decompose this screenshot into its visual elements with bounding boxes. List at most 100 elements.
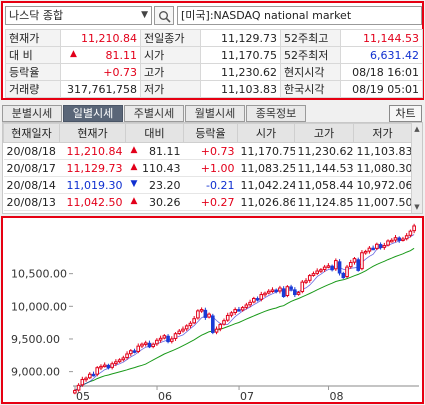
quote-value: 11,170.75 <box>200 46 281 64</box>
candle-body <box>240 307 245 311</box>
cell-close: 11,042.50 <box>59 193 126 211</box>
quote-label: 52주최저 <box>280 46 341 64</box>
candle-body <box>307 275 312 281</box>
candle-body <box>378 244 383 249</box>
y-tick-label: 9,500.00 <box>11 333 60 346</box>
tab-3[interactable]: 월별시세 <box>185 105 245 122</box>
candle-body <box>315 270 320 274</box>
index-name: 나스닥 종합 <box>9 9 64 22</box>
candle-body <box>330 265 334 271</box>
candle-body <box>214 328 219 333</box>
candle-body <box>293 289 297 296</box>
quote-row: 등락율 +0.73 고가 11,230.62 현지시각 08/18 16:01 <box>5 63 423 81</box>
x-tick-label: 06 <box>158 390 172 402</box>
quote-label: 전일종가 <box>140 29 201 47</box>
table-scrollbar[interactable]: ▲ ▼ <box>411 123 422 213</box>
quote-value: 11,144.53 <box>340 29 423 47</box>
candle-body <box>169 338 174 342</box>
candle-body <box>263 292 267 296</box>
candle-body <box>110 363 114 368</box>
price-chart: 10,500.00 10,000.00 9,500.00 9,000.00 05 06 07… <box>1 216 424 404</box>
table-row[interactable]: 20/08/18 11,210.84 ▲ 81.11 +0.73 11,170.75 11,… <box>3 142 412 160</box>
change-value: 110.43 <box>142 161 181 175</box>
candle-body <box>278 287 282 292</box>
cell-rate: +1.00 <box>183 159 238 177</box>
quote-label: 거래량 <box>5 80 61 98</box>
candle-body <box>177 330 182 334</box>
column-header[interactable]: 저가 <box>353 123 412 143</box>
candle-body <box>352 258 357 263</box>
candle-body <box>244 304 249 308</box>
candle-body <box>173 333 178 339</box>
table-row[interactable]: 20/08/13 11,042.50 ▲ 30.26 +0.27 11,026.86 11,… <box>3 193 412 211</box>
cell-close: 11,129.73 <box>59 159 126 177</box>
quote-value: 317,761,758 <box>60 80 141 98</box>
candle-body <box>337 261 342 274</box>
candle-body <box>147 342 152 348</box>
candle-body <box>281 288 286 298</box>
candle-body <box>360 252 364 270</box>
candle-body <box>91 373 96 377</box>
cell-date: 20/08/13 <box>3 193 60 211</box>
tab-bar: 분별시세 일별시세 주별시세 월별시세 종목정보 차트 <box>0 104 425 122</box>
column-header[interactable]: 고가 <box>294 123 354 143</box>
cell-change: ▲ 81.11 <box>125 142 184 160</box>
candle-body <box>222 320 226 325</box>
quote-table: 현재가 11,210.84 전일종가 11,129.73 52주최고 11,144.53 대… <box>5 29 423 98</box>
cell-rate: +0.27 <box>183 193 238 211</box>
candle-body <box>151 343 155 348</box>
candle-body <box>319 269 323 272</box>
tab-1[interactable]: 일별시세 <box>63 105 123 122</box>
candle-body <box>389 239 394 243</box>
up-arrow-icon: ▲ <box>130 161 138 172</box>
candle-body <box>252 297 256 303</box>
candle-body <box>114 361 118 365</box>
candle-body <box>408 230 413 236</box>
candle-body <box>382 245 387 248</box>
quote-value-text: 81.11 <box>105 48 138 62</box>
cell-high: 11,230.62 <box>294 142 354 160</box>
candle-body <box>136 345 141 352</box>
candle-body <box>218 324 223 330</box>
index-select[interactable]: 나스닥 종합 ▼ <box>5 6 152 25</box>
market-field[interactable]: [미국]:NASDAQ national market <box>177 6 422 25</box>
quote-label: 현지시각 <box>280 63 341 81</box>
candle-body <box>128 350 133 355</box>
candle-body <box>341 272 346 279</box>
candle-body <box>155 339 159 345</box>
candle-body <box>73 390 77 394</box>
column-header[interactable]: 시가 <box>237 123 295 143</box>
search-button[interactable] <box>154 6 174 25</box>
tab-4[interactable]: 종목정보 <box>246 105 306 122</box>
candle-body <box>289 286 293 290</box>
cell-close: 11,019.30 <box>59 176 126 194</box>
column-header[interactable]: 현재일자 <box>3 123 60 143</box>
table-row[interactable]: 20/08/17 11,129.73 ▲ 110.43 +1.00 11,083.25 11… <box>3 159 412 177</box>
table-row[interactable]: 20/08/14 11,019.30 ▼ 23.20 -0.21 11,042.24 11,… <box>3 176 412 194</box>
scroll-down-icon[interactable]: ▼ <box>412 202 422 212</box>
candle-body <box>87 373 92 379</box>
candle-body <box>285 286 290 297</box>
cell-high: 11,144.53 <box>294 159 354 177</box>
column-header[interactable]: 대비 <box>125 123 184 143</box>
candle-body <box>188 322 193 327</box>
candle-body <box>386 240 390 246</box>
scroll-up-icon[interactable]: ▲ <box>412 124 422 134</box>
column-header[interactable]: 현재가 <box>59 123 126 143</box>
tab-2[interactable]: 주별시세 <box>124 105 184 122</box>
y-tick-label: 10,500.00 <box>11 268 67 281</box>
cell-low: 11,103.83 <box>353 142 412 160</box>
column-header[interactable]: 등락율 <box>183 123 238 143</box>
chart-button[interactable]: 차트 <box>389 105 422 122</box>
cell-change: ▲ 30.26 <box>125 193 184 211</box>
candle-body <box>345 266 349 278</box>
candle-body <box>274 289 278 293</box>
cell-close: 11,210.84 <box>59 142 126 160</box>
tab-0[interactable]: 분별시세 <box>2 105 62 122</box>
candle-body <box>102 364 107 368</box>
quote-label: 현재가 <box>5 29 61 47</box>
chart-canvas: 10,500.00 10,000.00 9,500.00 9,000.00 05 06 07… <box>11 223 419 402</box>
quote-row: 대 비 ▲ 81.11 시가 11,170.75 52주최저 6,631.42 <box>5 46 423 64</box>
cell-change: ▲ 110.43 <box>125 159 184 177</box>
candle-body <box>196 310 200 319</box>
